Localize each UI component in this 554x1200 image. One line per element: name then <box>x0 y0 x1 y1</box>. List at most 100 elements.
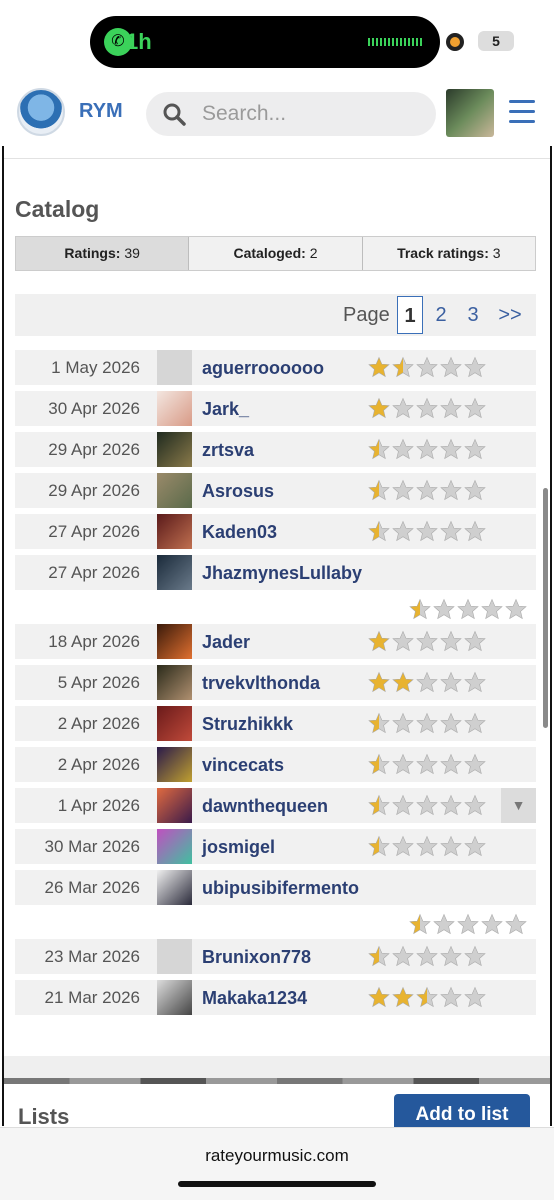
star-icon <box>464 479 486 501</box>
wrapped-star-rating <box>15 911 536 935</box>
username-link[interactable]: Jader <box>202 632 250 653</box>
username-link[interactable]: ubipusibifermento <box>202 878 359 899</box>
star-icon <box>464 520 486 542</box>
username-link[interactable]: Jark_ <box>202 399 249 420</box>
star-rating <box>367 479 487 501</box>
rating-date: 2 Apr 2026 <box>57 755 140 774</box>
next-page-link[interactable]: >> <box>495 296 525 334</box>
star-icon <box>392 438 414 460</box>
username-link[interactable]: JhazmynesLullaby <box>202 563 362 584</box>
user-avatar-thumb[interactable] <box>157 624 192 659</box>
star-icon <box>392 986 414 1008</box>
rating-row: 5 Apr 2026 trvekvlthonda <box>15 665 536 700</box>
star-icon <box>464 397 486 419</box>
star-icon <box>416 356 438 378</box>
star-icon <box>433 913 455 935</box>
user-avatar-thumb[interactable] <box>157 555 192 590</box>
rating-row: 1 May 2026 aguerroooooo <box>15 350 536 385</box>
search-input[interactable] <box>202 100 422 128</box>
star-icon <box>392 794 414 816</box>
recording-indicator-icon <box>446 33 464 51</box>
star-icon <box>409 913 431 935</box>
hamburger-menu-icon[interactable] <box>509 100 535 124</box>
user-avatar-thumb[interactable] <box>157 350 192 385</box>
star-icon <box>368 397 390 419</box>
star-icon <box>416 438 438 460</box>
user-avatar-thumb[interactable] <box>157 706 192 741</box>
tab-count: 2 <box>309 245 318 261</box>
catalog-heading: Catalog <box>15 196 100 222</box>
rating-date: 1 May 2026 <box>51 358 140 377</box>
star-icon <box>368 712 390 734</box>
tab-track-ratings[interactable]: Track ratings: 3 <box>363 237 535 270</box>
rating-date: 27 Apr 2026 <box>48 563 140 582</box>
scrollbar[interactable] <box>543 488 548 728</box>
username-link[interactable]: zrtsva <box>202 440 254 461</box>
star-rating <box>367 520 487 542</box>
star-icon <box>416 630 438 652</box>
star-icon <box>505 913 527 935</box>
tab-label: Cataloged: <box>233 245 306 261</box>
page-1-link[interactable]: 1 <box>397 296 423 334</box>
star-icon <box>368 520 390 542</box>
rating-date: 30 Mar 2026 <box>44 837 140 856</box>
user-avatar-thumb[interactable] <box>157 391 192 426</box>
home-indicator[interactable] <box>178 1181 376 1187</box>
username-link[interactable]: Asrosus <box>202 481 274 502</box>
user-avatar-thumb[interactable] <box>157 665 192 700</box>
page-3-link[interactable]: 3 <box>463 296 483 334</box>
user-avatar-thumb[interactable] <box>157 829 192 864</box>
username-link[interactable]: Kaden03 <box>202 522 277 543</box>
rating-row: 1 Apr 2026 dawnthequeen ▼ <box>15 788 536 823</box>
dynamic-island[interactable]: ✆ 1h <box>90 16 440 68</box>
star-icon <box>368 479 390 501</box>
tab-cataloged[interactable]: Cataloged: 2 <box>189 237 363 270</box>
rating-row: 30 Mar 2026 josmigel <box>15 829 536 864</box>
rating-row: 23 Mar 2026 Brunixon778 <box>15 939 536 974</box>
username-link[interactable]: trvekvlthonda <box>202 673 320 694</box>
user-avatar-thumb[interactable] <box>157 939 192 974</box>
username-link[interactable]: josmigel <box>202 837 275 858</box>
content-panel: Catalog Ratings: 39 Cataloged: 2 Track r… <box>2 146 552 1126</box>
user-avatar-thumb[interactable] <box>157 788 192 823</box>
tab-ratings[interactable]: Ratings: 39 <box>16 237 190 270</box>
star-icon <box>392 671 414 693</box>
star-icon <box>464 712 486 734</box>
star-icon <box>481 598 503 620</box>
rating-date: 5 Apr 2026 <box>57 673 140 692</box>
user-avatar-thumb[interactable] <box>157 870 192 905</box>
rating-row: 26 Mar 2026 ubipusibifermento <box>15 870 536 905</box>
user-avatar-thumb[interactable] <box>157 473 192 508</box>
username-link[interactable]: Makaka1234 <box>202 988 307 1009</box>
rating-date: 1 Apr 2026 <box>57 796 140 815</box>
browser-url-bar[interactable]: rateyourmusic.com <box>0 1127 554 1200</box>
star-icon <box>392 479 414 501</box>
star-icon <box>392 520 414 542</box>
page-2-link[interactable]: 2 <box>431 296 451 334</box>
star-rating <box>367 397 487 419</box>
star-icon <box>440 356 462 378</box>
username-link[interactable]: aguerroooooo <box>202 358 324 379</box>
star-icon <box>416 835 438 857</box>
user-avatar-thumb[interactable] <box>157 514 192 549</box>
user-avatar[interactable] <box>446 89 494 137</box>
star-icon <box>409 598 431 620</box>
rym-logo-icon[interactable] <box>17 88 65 136</box>
search-bar[interactable] <box>146 92 436 136</box>
brand-name[interactable]: RYM <box>79 100 123 123</box>
user-avatar-thumb[interactable] <box>157 980 192 1015</box>
username-link[interactable]: vincecats <box>202 755 284 776</box>
rating-row: 29 Apr 2026 Asrosus <box>15 473 536 508</box>
caret-down-icon[interactable]: ▼ <box>501 788 536 823</box>
star-icon <box>440 753 462 775</box>
username-link[interactable]: Brunixon778 <box>202 947 311 968</box>
star-icon <box>440 438 462 460</box>
user-avatar-thumb[interactable] <box>157 432 192 467</box>
rating-date: 30 Apr 2026 <box>48 399 140 418</box>
star-icon <box>440 835 462 857</box>
user-avatar-thumb[interactable] <box>157 747 192 782</box>
rating-row: 27 Apr 2026 JhazmynesLullaby <box>15 555 536 590</box>
star-icon <box>416 753 438 775</box>
username-link[interactable]: dawnthequeen <box>202 796 328 817</box>
username-link[interactable]: Struzhikkk <box>202 714 293 735</box>
